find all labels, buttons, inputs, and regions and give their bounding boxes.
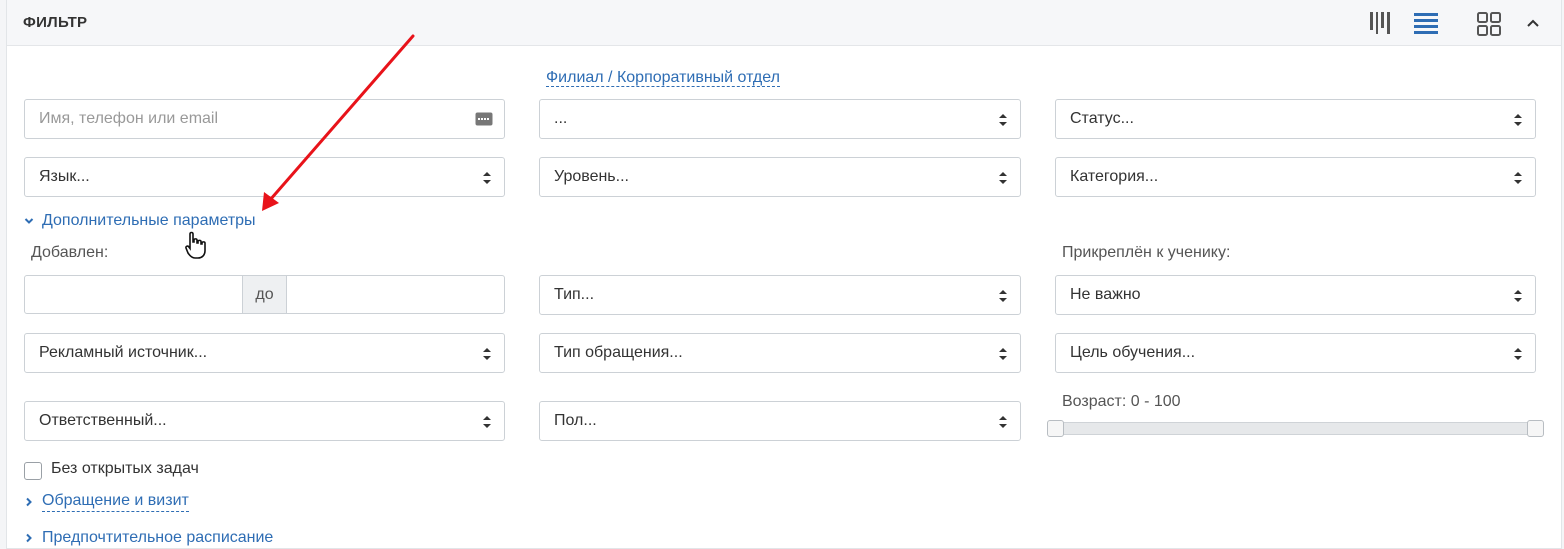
branch-select-value: ... (554, 110, 568, 127)
panel-title: ФИЛЬТР (23, 14, 88, 31)
grid-view-icon (1477, 12, 1501, 36)
level-select[interactable]: Уровень... (539, 157, 1021, 197)
type-select[interactable]: Тип... (539, 275, 1021, 315)
branch-select[interactable]: ... (539, 99, 1021, 139)
ad-source-select[interactable]: Рекламный источник... (24, 333, 505, 373)
no-open-tasks-label[interactable]: Без открытых задач (51, 460, 199, 478)
collapse-button[interactable] (1521, 8, 1545, 38)
branch-link[interactable]: Филиал / Корпоративный отдел (546, 69, 780, 87)
select-arrows-icon (999, 114, 1007, 126)
request-visit-label: Обращение и визит (42, 491, 189, 512)
added-to-input[interactable] (287, 276, 504, 313)
responsible-select-value: Ответственный... (39, 412, 167, 429)
age-slider-max-handle[interactable] (1527, 420, 1544, 437)
attached-select-value: Не важно (1070, 286, 1141, 303)
added-from-input[interactable] (25, 276, 242, 313)
select-arrows-icon (1514, 114, 1522, 126)
list-view-button[interactable] (1411, 8, 1443, 38)
status-select-value: Статус... (1070, 110, 1134, 127)
select-arrows-icon (999, 290, 1007, 302)
select-arrows-icon (999, 348, 1007, 360)
attached-label: Прикреплён к ученику: (1062, 244, 1231, 261)
select-arrows-icon (1514, 348, 1522, 360)
attached-select[interactable]: Не важно (1055, 275, 1536, 315)
select-arrows-icon (483, 348, 491, 360)
language-select-value: Язык... (39, 168, 90, 185)
added-label: Добавлен: (31, 244, 109, 261)
status-select[interactable]: Статус... (1055, 99, 1536, 139)
select-arrows-icon (999, 172, 1007, 184)
columns-view-button[interactable] (1367, 8, 1397, 38)
type-select-value: Тип... (554, 286, 595, 303)
select-arrows-icon (1514, 172, 1522, 184)
learning-goal-select-value: Цель обучения... (1070, 344, 1196, 361)
branch-link-wrap: Филиал / Корпоративный отдел (546, 68, 780, 88)
advanced-params-label: Дополнительные параметры (42, 212, 256, 229)
learning-goal-select[interactable]: Цель обучения... (1055, 333, 1536, 373)
request-visit-toggle[interactable]: Обращение и визит (24, 491, 189, 512)
request-type-select-value: Тип обращения... (554, 344, 683, 361)
columns-view-icon (1370, 12, 1390, 34)
keyboard-icon[interactable] (475, 111, 493, 127)
gender-select[interactable]: Пол... (539, 401, 1021, 441)
chevron-right-icon (26, 497, 32, 506)
preferred-schedule-toggle[interactable]: Предпочтительное расписание (24, 528, 273, 548)
chevron-down-icon (24, 218, 34, 224)
category-select[interactable]: Категория... (1055, 157, 1536, 197)
date-range-separator: до (242, 276, 287, 313)
added-date-range: до (24, 275, 505, 314)
category-select-value: Категория... (1070, 168, 1159, 185)
select-arrows-icon (483, 172, 491, 184)
request-type-select[interactable]: Тип обращения... (539, 333, 1021, 373)
level-select-value: Уровень... (554, 168, 629, 185)
select-arrows-icon (483, 416, 491, 428)
language-select[interactable]: Язык... (24, 157, 505, 197)
list-view-icon (1414, 13, 1438, 34)
age-slider-min-handle[interactable] (1047, 420, 1064, 437)
search-input[interactable]: Имя, телефон или email (24, 99, 505, 139)
gender-select-value: Пол... (554, 412, 597, 429)
chevron-right-icon (26, 533, 32, 543)
select-arrows-icon (999, 416, 1007, 428)
filter-panel-header: ФИЛЬТР (7, 0, 1561, 46)
select-arrows-icon (1514, 290, 1522, 302)
preferred-schedule-label: Предпочтительное расписание (42, 529, 274, 546)
age-slider-track[interactable] (1052, 422, 1537, 435)
advanced-params-toggle[interactable]: Дополнительные параметры (24, 211, 256, 231)
grid-view-button[interactable] (1475, 8, 1505, 38)
age-range-label: Возраст: 0 - 100 (1062, 393, 1181, 410)
no-open-tasks-checkbox[interactable] (24, 462, 42, 480)
chevron-up-icon (1527, 19, 1539, 27)
search-placeholder: Имя, телефон или email (39, 110, 219, 127)
responsible-select[interactable]: Ответственный... (24, 401, 505, 441)
ad-source-select-value: Рекламный источник... (39, 344, 208, 361)
